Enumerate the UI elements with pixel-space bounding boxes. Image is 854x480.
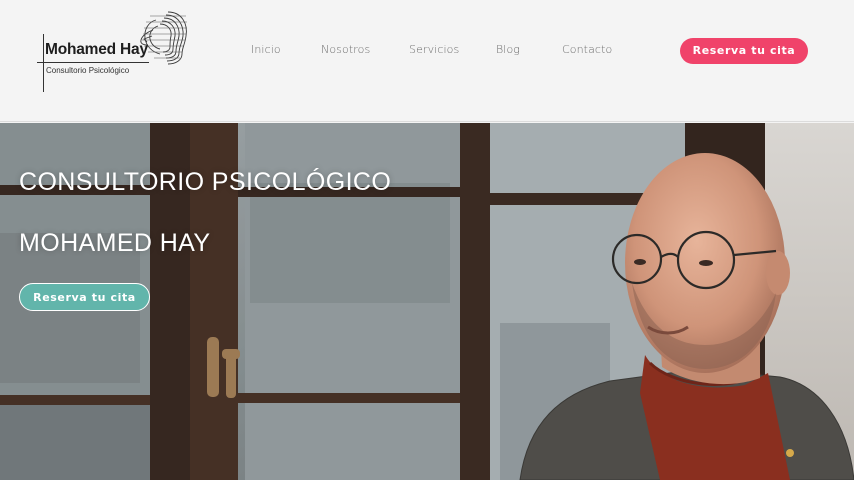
hero-title-line-1: CONSULTORIO PSICOLÓGICO [19, 168, 392, 196]
nav-item-inicio[interactable]: Inicio [251, 43, 281, 56]
nav-item-nosotros[interactable]: Nosotros [321, 43, 370, 56]
hero-book-appointment-button[interactable]: Reserva tu cita [19, 283, 150, 311]
logo-horizontal-rule [37, 62, 149, 63]
brand-subtitle: Consultorio Psicológico [46, 66, 130, 75]
nav-item-blog[interactable]: Blog [496, 43, 520, 56]
hero-title-line-2: MOHAMED HAY [19, 229, 211, 257]
book-appointment-button[interactable]: Reserva tu cita [680, 38, 808, 64]
site-header: Mohamed Hay Consultorio Psicológico Inic… [0, 0, 854, 122]
nav-item-servicios[interactable]: Servicios [409, 43, 459, 56]
hero-section: CONSULTORIO PSICOLÓGICO MOHAMED HAY Rese… [0, 123, 854, 480]
head-profile-icon [140, 11, 187, 65]
nav-item-contacto[interactable]: Contacto [562, 43, 612, 56]
